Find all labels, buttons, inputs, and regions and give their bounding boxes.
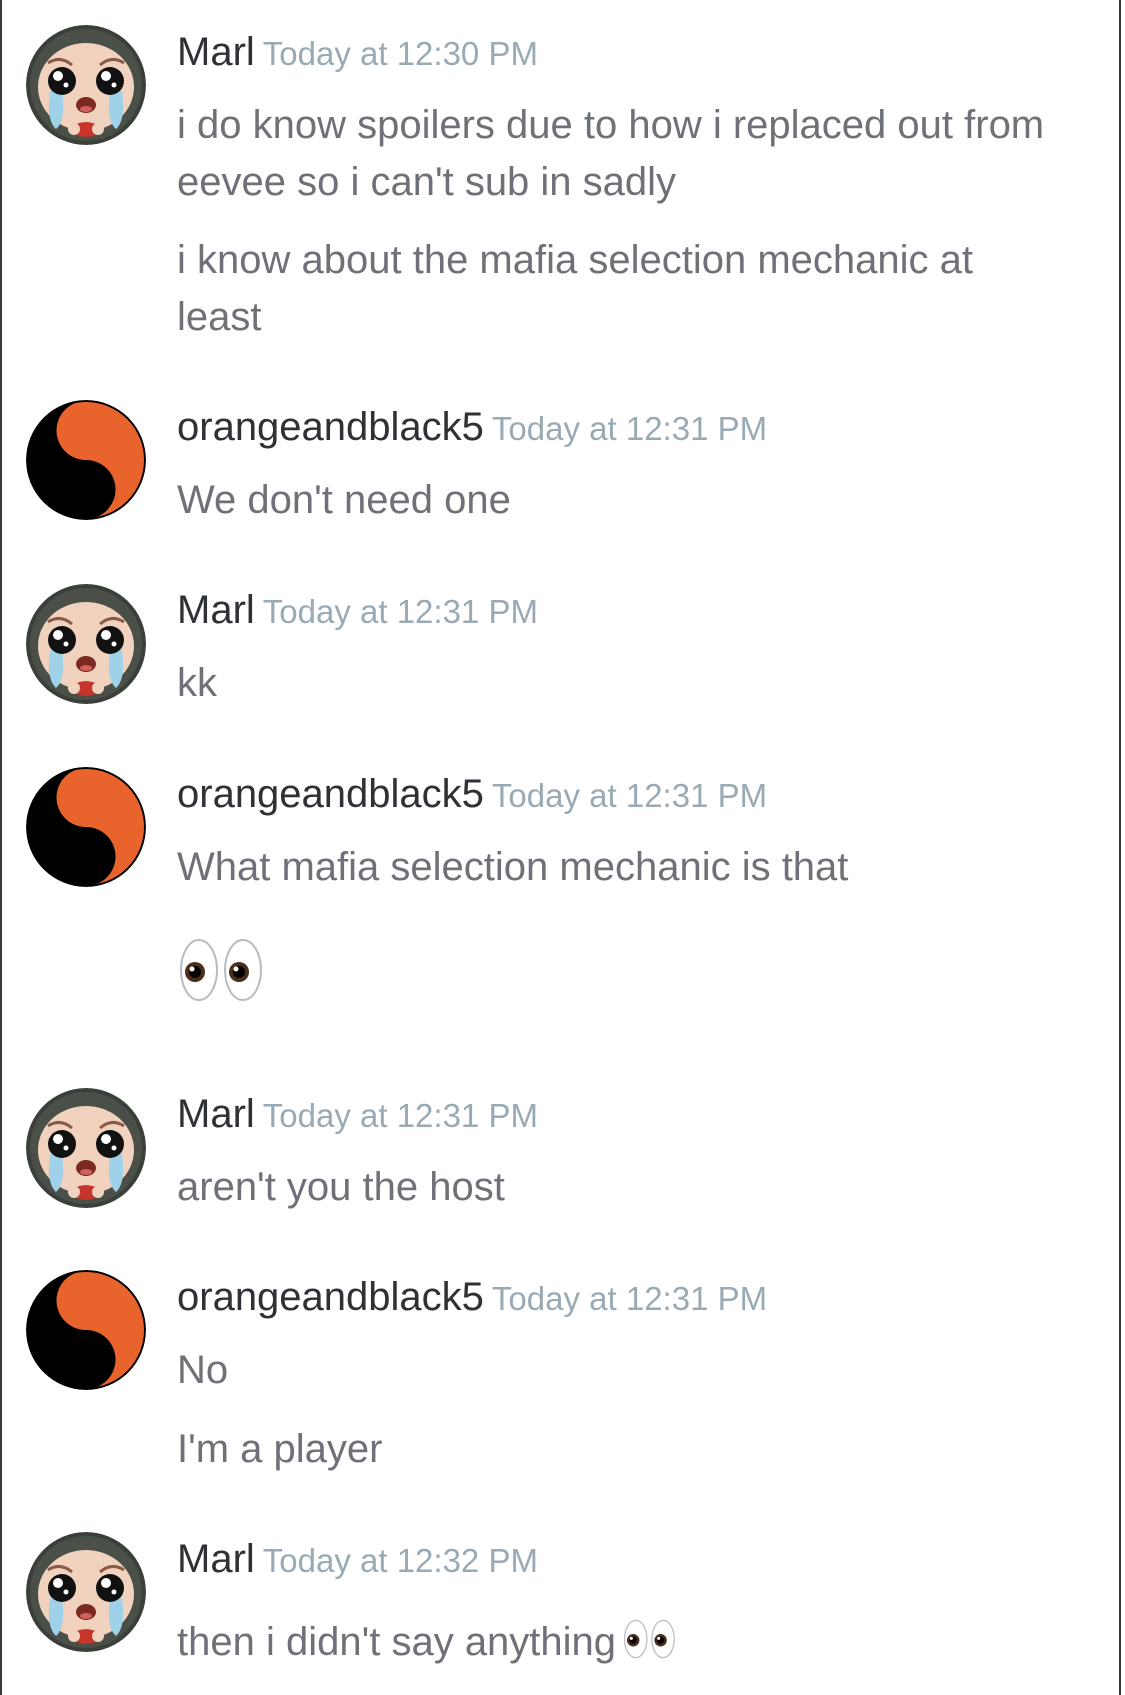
message-text: I'm a player [177,1427,383,1471]
username[interactable]: orangeandblack5 [177,405,484,449]
username[interactable]: Marl [177,30,255,74]
message-text: No [177,1348,229,1392]
message-header: Marl Today at 12:30 PM [177,30,538,75]
message-text: We don't need one [177,478,511,522]
message-row: then i didn't say anything [177,1614,1057,1677]
username[interactable]: Marl [177,1092,255,1136]
eyes-emoji-message [177,935,1057,1005]
timestamp: Today at 12:31 PM [262,593,538,630]
crying-face-avatar[interactable] [26,1532,146,1652]
message-text: What mafia selection mechanic is that [177,845,849,889]
message-header: orangeandblack5 Today at 12:31 PM [177,405,767,450]
username[interactable]: orangeandblack5 [177,772,484,816]
timestamp: Today at 12:31 PM [491,777,768,814]
message-header: Marl Today at 12:31 PM [177,1092,538,1137]
message-header: orangeandblack5 Today at 12:31 PM [177,772,767,817]
username[interactable]: Marl [177,1537,255,1581]
timestamp: Today at 12:31 PM [491,410,768,447]
message-text: then i didn't say anything [177,1620,617,1664]
crying-face-avatar[interactable] [26,584,146,704]
message-header: orangeandblack5 Today at 12:31 PM [177,1275,767,1320]
eyes-emoji [177,935,267,1021]
yin-yang-avatar[interactable] [26,400,146,520]
timestamp: Today at 12:30 PM [262,35,538,72]
message-text: i do know spoilers due to how i replaced… [177,103,1045,204]
yin-yang-avatar[interactable] [26,1270,146,1390]
crying-face-avatar[interactable] [26,1088,146,1208]
yin-yang-avatar[interactable] [26,767,146,887]
eyes-emoji [622,1617,678,1677]
username[interactable]: Marl [177,588,255,632]
message-text: i know about the mafia selection mechani… [177,238,973,339]
username[interactable]: orangeandblack5 [177,1275,484,1319]
crying-face-avatar[interactable] [26,25,146,145]
message-header: Marl Today at 12:32 PM [177,1537,538,1582]
timestamp: Today at 12:32 PM [262,1542,538,1579]
message-text: aren't you the host [177,1165,505,1209]
message-text: kk [177,661,217,705]
message-header: Marl Today at 12:31 PM [177,588,538,633]
timestamp: Today at 12:31 PM [262,1097,538,1134]
timestamp: Today at 12:31 PM [491,1280,768,1317]
